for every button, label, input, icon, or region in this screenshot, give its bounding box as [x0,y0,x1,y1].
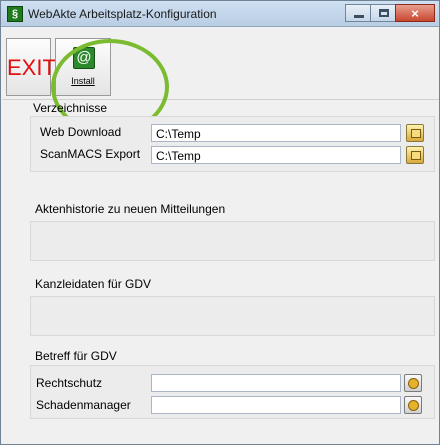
betreff-group: Rechtschutz Schadenmanager [30,365,435,419]
install-button[interactable]: Install [55,38,111,96]
rechtschutz-label: Rechtschutz [36,376,103,390]
window-title: WebAkte Arbeitsplatz-Konfiguration [28,7,217,21]
title-bar[interactable]: § WebAkte Arbeitsplatz-Konfiguration × [1,1,439,27]
install-label: Install [71,76,95,86]
section-heading-betreff: Betreff für GDV [35,349,117,363]
minimize-button[interactable] [345,4,371,22]
exit-button[interactable]: EXIT [6,38,56,96]
web-download-field[interactable]: C:\Temp [151,124,401,142]
scanmacs-export-field[interactable]: C:\Temp [151,146,401,164]
section-heading-kanzleidaten: Kanzleidaten für GDV [35,277,152,291]
section-heading-aktenhistorie: Aktenhistorie zu neuen Mitteilungen [35,202,226,216]
toolbar: EXIT Install [2,28,439,135]
exit-label: EXIT [7,55,56,80]
minimize-icon [354,15,364,18]
section-heading-verzeichnisse: Verzeichnisse [33,101,108,115]
globe-at-icon [73,47,95,69]
close-button[interactable]: × [395,4,435,22]
folder-icon[interactable] [406,146,424,164]
app-icon: § [7,6,23,22]
schadenmanager-field[interactable] [151,396,401,414]
kanzleidaten-group [30,296,435,336]
scanmacs-export-label: ScanMACS Export [40,147,141,161]
folder-icon[interactable] [406,124,424,142]
maximize-button[interactable] [370,4,396,22]
aktenhistorie-group [30,221,435,261]
web-download-label: Web Download [40,125,122,139]
key-icon[interactable] [404,396,422,414]
config-window: § WebAkte Arbeitsplatz-Konfiguration × E… [0,0,440,445]
window-controls: × [345,4,435,23]
key-icon[interactable] [404,374,422,392]
verzeichnisse-group: Web Download C:\Temp ScanMACS Export C:\… [30,116,435,172]
schadenmanager-label: Schadenmanager [36,398,131,412]
close-icon: × [411,6,419,21]
maximize-icon [379,9,389,17]
rechtschutz-field[interactable] [151,374,401,392]
